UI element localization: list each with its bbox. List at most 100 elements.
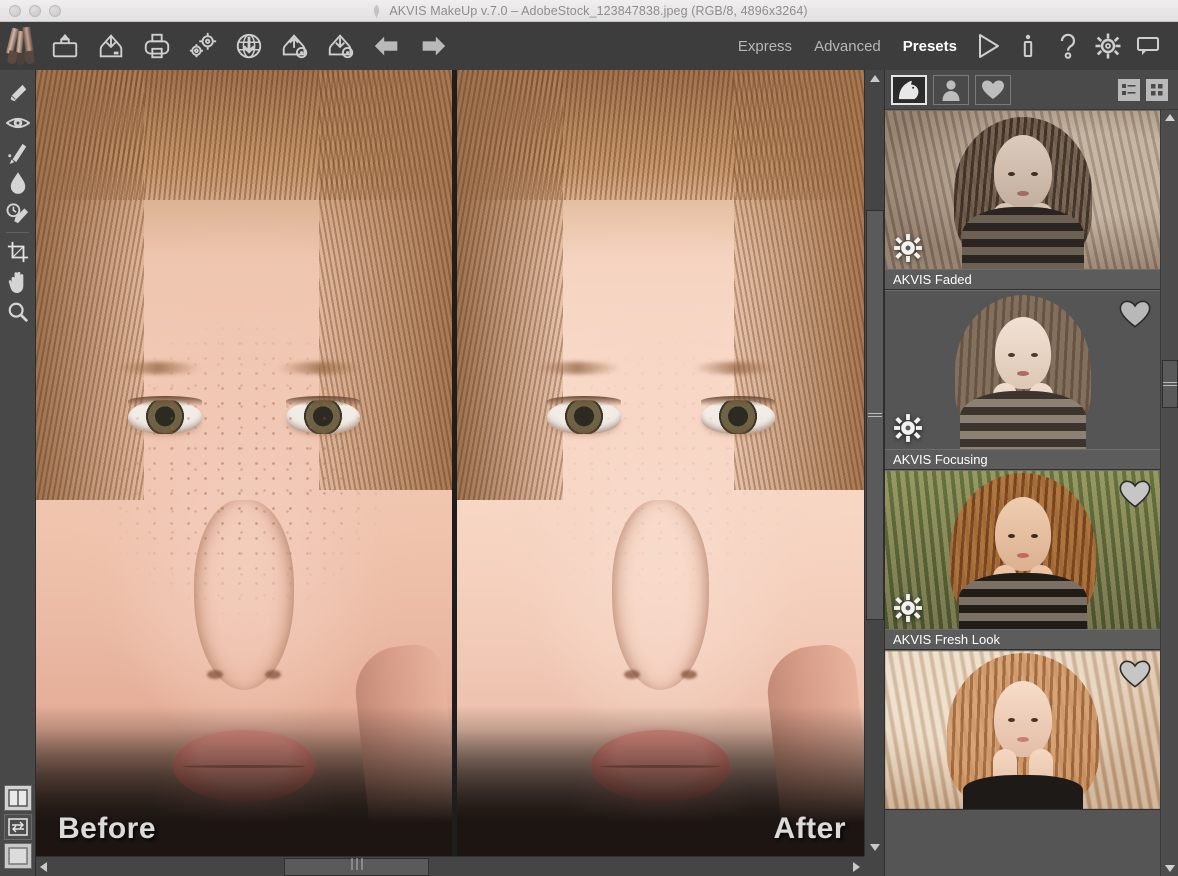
preset-item[interactable] xyxy=(885,650,1161,810)
scroll-right-arrow[interactable] xyxy=(853,862,860,872)
freckles-before xyxy=(60,305,428,668)
view-single[interactable] xyxy=(4,843,32,869)
canvas-h-scrollbar[interactable] xyxy=(36,856,864,876)
scroll-down-arrow[interactable] xyxy=(870,844,880,851)
run-button[interactable] xyxy=(968,23,1008,69)
presets-list[interactable]: AKVIS Faded AKVIS Focusing AKVIS Fresh L… xyxy=(885,110,1161,876)
swap-view-icon xyxy=(8,818,28,836)
close-button[interactable] xyxy=(9,4,21,17)
save-image-button[interactable] xyxy=(88,23,134,69)
canvas-h-scroll-thumb[interactable] xyxy=(284,858,429,876)
comments-button[interactable] xyxy=(1128,23,1168,69)
presets-panel-header xyxy=(885,70,1178,110)
mode-express[interactable]: Express xyxy=(727,38,803,55)
view-mode-group xyxy=(0,782,36,872)
scrollbar-corner xyxy=(864,856,884,876)
image-canvas[interactable]: Before After xyxy=(36,70,884,876)
scroll-grip xyxy=(349,858,364,876)
redo-button[interactable] xyxy=(410,23,456,69)
open-folder-icon xyxy=(52,33,78,58)
presets-scroll-down-arrow[interactable] xyxy=(1165,865,1175,872)
canvas-v-scrollbar[interactable] xyxy=(864,70,884,856)
preferences-button[interactable] xyxy=(180,23,226,69)
presets-scroll-up-arrow[interactable] xyxy=(1165,114,1175,121)
preset-thumbnail[interactable] xyxy=(885,651,1161,809)
scroll-grip xyxy=(1163,380,1177,388)
globe-download-icon xyxy=(236,33,262,59)
scroll-up-arrow[interactable] xyxy=(870,75,880,82)
tab-user-presets[interactable] xyxy=(933,74,969,105)
makeup-brushes-logo-icon xyxy=(5,26,39,66)
tool-hand[interactable] xyxy=(0,267,36,297)
nostril-left xyxy=(206,670,223,679)
export-presets-button[interactable] xyxy=(272,23,318,69)
paint-brush-icon xyxy=(8,143,27,164)
tool-brush[interactable] xyxy=(0,138,36,168)
canvas-v-scroll-thumb[interactable] xyxy=(866,210,884,620)
preset-thumbnail[interactable] xyxy=(885,471,1161,629)
split-view-icon xyxy=(8,789,28,807)
speech-bubble-icon xyxy=(1137,37,1159,55)
preset-item[interactable]: AKVIS Focusing xyxy=(885,290,1161,470)
preset-item[interactable]: AKVIS Fresh Look xyxy=(885,470,1161,650)
tool-blur[interactable] xyxy=(0,168,36,198)
mode-presets[interactable]: Presets xyxy=(892,38,968,55)
tool-skin-smoothing[interactable] xyxy=(0,78,36,108)
before-label: Before xyxy=(58,812,157,845)
question-mark-icon xyxy=(1060,33,1076,59)
preset-label: AKVIS Faded xyxy=(885,269,1161,289)
preset-item[interactable]: AKVIS Faded xyxy=(885,110,1161,290)
nostril-left xyxy=(623,670,640,679)
presets-scroll-thumb[interactable] xyxy=(1162,360,1178,408)
freckles-after xyxy=(481,305,840,668)
presets-panel: AKVIS Faded AKVIS Focusing AKVIS Fresh L… xyxy=(884,70,1178,876)
gears-icon xyxy=(189,32,217,58)
hand-icon xyxy=(8,271,24,293)
mode-advanced[interactable]: Advanced xyxy=(803,38,892,55)
preset-settings-gear-icon[interactable] xyxy=(893,413,923,443)
minimize-button[interactable] xyxy=(29,4,41,17)
tool-crop[interactable] xyxy=(0,237,36,267)
preset-favorite-heart-icon[interactable] xyxy=(1119,479,1151,509)
eye-icon xyxy=(6,117,30,129)
import-presets-button[interactable] xyxy=(318,23,364,69)
presets-scrollbar[interactable] xyxy=(1160,110,1178,876)
nostril-right xyxy=(264,670,281,679)
pane-after[interactable]: After xyxy=(457,70,864,856)
scroll-left-arrow[interactable] xyxy=(40,862,47,872)
before-after-panes: Before After xyxy=(36,70,864,856)
magnifier-icon xyxy=(8,302,29,323)
preset-thumbnail[interactable] xyxy=(885,291,1161,449)
settings-button[interactable] xyxy=(1088,23,1128,69)
open-image-button[interactable] xyxy=(42,23,88,69)
right-arrow-icon xyxy=(422,36,446,56)
about-button[interactable] xyxy=(1008,23,1048,69)
print-image-button[interactable] xyxy=(134,23,180,69)
window-titlebar: AKVIS MakeUp v.7.0 – AdobeStock_12384783… xyxy=(0,0,1178,22)
undo-button[interactable] xyxy=(364,23,410,69)
preset-favorite-heart-icon[interactable] xyxy=(1119,659,1151,689)
tab-favorites[interactable] xyxy=(975,74,1011,105)
window-title: AKVIS MakeUp v.7.0 – AdobeStock_12384783… xyxy=(389,4,808,18)
before-photo xyxy=(36,70,452,856)
window-controls[interactable] xyxy=(9,4,61,17)
publish-web-button[interactable] xyxy=(226,23,272,69)
view-swap-before-after[interactable] xyxy=(4,814,32,840)
pane-before[interactable]: Before xyxy=(36,70,452,856)
tool-zoom[interactable] xyxy=(0,297,36,327)
tab-akvis-presets[interactable] xyxy=(891,74,927,105)
view-split-before-after[interactable] xyxy=(4,785,32,811)
skin-brush-icon xyxy=(10,84,27,102)
tool-history-brush[interactable] xyxy=(0,198,36,228)
view-grid-button[interactable] xyxy=(1146,78,1168,101)
preset-settings-gear-icon[interactable] xyxy=(893,593,923,623)
play-triangle-icon xyxy=(979,34,999,58)
help-button[interactable] xyxy=(1048,23,1088,69)
preset-settings-gear-icon[interactable] xyxy=(893,233,923,263)
tool-red-eye[interactable] xyxy=(0,108,36,138)
preset-favorite-heart-icon[interactable] xyxy=(1119,299,1151,329)
preset-thumbnail[interactable] xyxy=(885,111,1161,269)
view-list-button[interactable] xyxy=(1118,78,1140,101)
zoom-button[interactable] xyxy=(49,4,61,17)
preset-label: AKVIS Fresh Look xyxy=(885,629,1161,649)
